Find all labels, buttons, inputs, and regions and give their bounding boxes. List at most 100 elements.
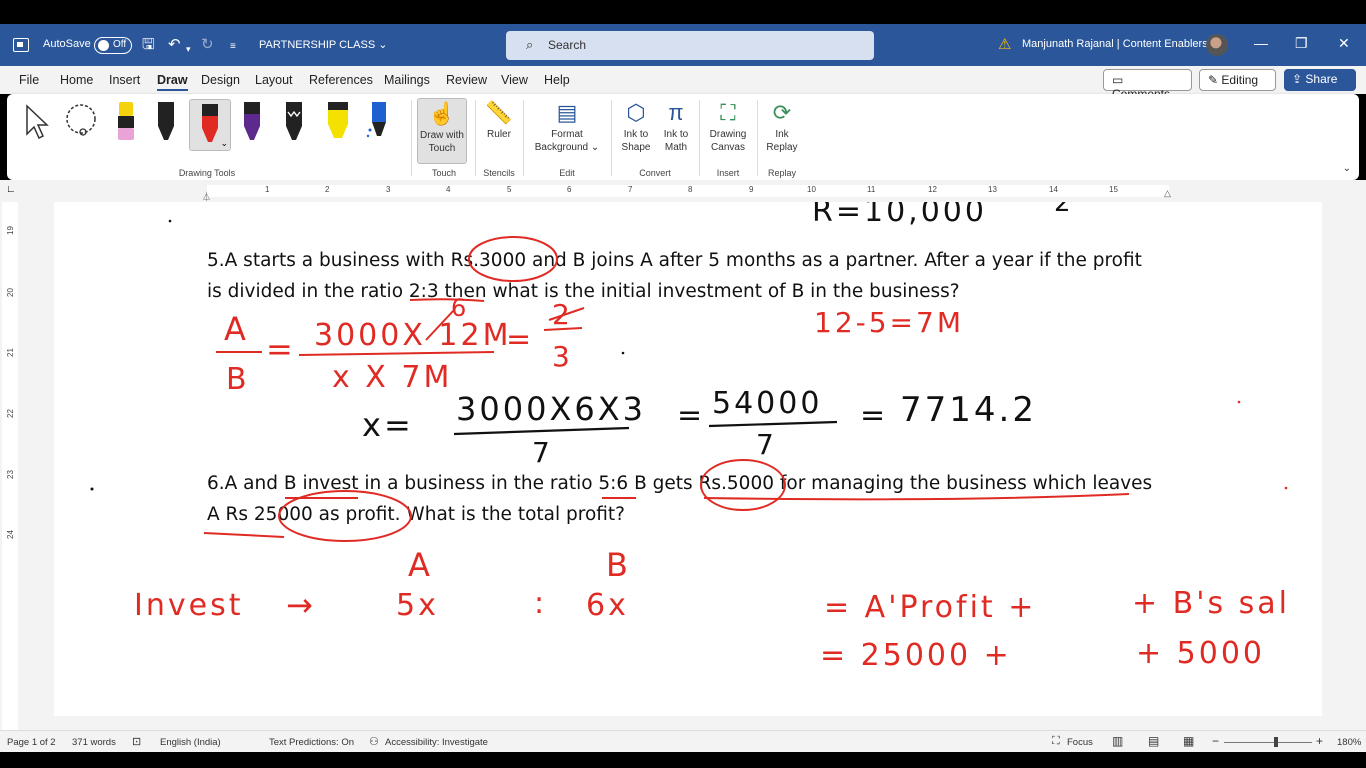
tab-review[interactable]: Review xyxy=(446,73,487,87)
ink-text-b-sal: + B's sal xyxy=(1132,586,1291,621)
draw-with-touch-label-1: Draw with xyxy=(420,130,464,141)
undo-icon[interactable]: ↶ xyxy=(168,35,181,55)
ruler-label: Ruler xyxy=(487,129,511,140)
pen-galaxy-icon[interactable] xyxy=(365,100,391,144)
zoom-level[interactable]: 180% xyxy=(1337,737,1361,748)
tab-help[interactable]: Help xyxy=(544,73,570,87)
editing-label: Editing xyxy=(1221,73,1259,87)
zoom-in-icon[interactable]: + xyxy=(1316,734,1323,748)
accessibility-status[interactable]: Accessibility: Investigate xyxy=(385,737,488,748)
collapse-ribbon-icon[interactable]: ⌄ xyxy=(1343,163,1351,174)
lasso-select-icon[interactable] xyxy=(62,102,100,140)
eraser-pen-icon[interactable] xyxy=(113,100,139,144)
format-background-button[interactable]: ▤ Format Background ⌄ xyxy=(531,98,603,154)
ink-to-math-icon: π xyxy=(668,100,684,125)
drawing-canvas-button[interactable]: ⛶ Drawing Canvas xyxy=(705,98,751,154)
group-insert: ⛶ Drawing Canvas Insert xyxy=(701,94,755,180)
search-box[interactable]: ⌕ Search xyxy=(506,31,874,60)
ink-text-b: B xyxy=(226,362,250,397)
ruler-button[interactable]: 📏 Ruler xyxy=(483,98,515,141)
warning-icon[interactable]: ⚠ xyxy=(998,35,1011,53)
read-mode-icon[interactable]: ▥ xyxy=(1112,734,1123,748)
draw-with-touch-button[interactable]: ☝ Draw with Touch xyxy=(417,98,467,164)
tab-draw[interactable]: Draw xyxy=(157,73,188,91)
document-title[interactable]: PARTNERSHIP CLASS ⌄ xyxy=(259,38,387,51)
accessibility-icon: ⚇ xyxy=(369,736,379,748)
tab-layout[interactable]: Layout xyxy=(255,73,293,87)
ink-underline-ars xyxy=(203,532,285,538)
right-indent-marker-icon[interactable]: △ xyxy=(1164,188,1171,199)
ruler-number: 4 xyxy=(446,185,451,194)
ink-dot xyxy=(1284,486,1288,490)
pen-pattern-icon[interactable] xyxy=(281,100,307,144)
pen-black-icon[interactable] xyxy=(153,100,179,144)
ruler-number: 7 xyxy=(628,185,633,194)
focus-button[interactable]: Focus xyxy=(1067,737,1093,748)
comments-button[interactable]: ▭ Comments xyxy=(1103,69,1192,101)
ink-text-equals: = xyxy=(266,330,296,368)
vruler-number: 19 xyxy=(5,226,15,235)
zoom-slider[interactable] xyxy=(1224,742,1312,743)
ribbon-separator xyxy=(523,100,524,176)
pen-purple-icon[interactable] xyxy=(239,100,265,144)
ruler-number: 1 xyxy=(265,185,270,194)
text-predictions-status[interactable]: Text Predictions: On xyxy=(269,737,354,748)
redo-icon[interactable]: ↻ xyxy=(201,35,214,55)
print-layout-icon[interactable]: ▤ xyxy=(1148,734,1159,748)
tab-selector-icon[interactable]: ∟ xyxy=(6,184,16,195)
web-layout-icon[interactable]: ▦ xyxy=(1183,734,1194,748)
tab-design[interactable]: Design xyxy=(201,73,240,87)
avatar[interactable] xyxy=(1206,34,1228,56)
ink-to-math-button[interactable]: π Ink to Math xyxy=(659,98,693,154)
page-count[interactable]: Page 1 of 2 xyxy=(7,737,56,748)
restore-icon[interactable]: ❐ xyxy=(1295,35,1308,52)
ink-text-den-7b: 7 xyxy=(756,428,777,461)
vertical-ruler[interactable]: 19 20 21 22 23 24 xyxy=(2,202,18,730)
share-button[interactable]: ⇪ Share ⌄ xyxy=(1284,69,1356,100)
editing-mode-button[interactable]: ✎ Editing ⌄ xyxy=(1199,69,1276,101)
save-icon[interactable]: 🖫 xyxy=(142,35,155,55)
language-indicator[interactable]: English (India) xyxy=(160,737,221,748)
zoom-out-icon[interactable]: − xyxy=(1212,734,1219,748)
ink-dot xyxy=(621,351,625,355)
focus-icon: ⛶ xyxy=(1052,735,1060,747)
ruler-number: 10 xyxy=(807,185,816,194)
group-label-replay: Replay xyxy=(767,168,796,178)
word-count[interactable]: 371 words xyxy=(72,737,116,748)
tab-insert[interactable]: Insert xyxy=(109,73,140,87)
ribbon-separator xyxy=(699,100,700,176)
document-page[interactable]: 5.A starts a business with Rs.3000 and B… xyxy=(54,202,1322,716)
proofing-icon[interactable]: ⊡ xyxy=(132,735,141,748)
undo-dropdown-icon[interactable]: ▾ xyxy=(186,39,191,59)
group-touch: ☝ Draw with Touch Touch xyxy=(413,94,475,180)
minimize-icon[interactable]: — xyxy=(1254,35,1268,51)
autosave-toggle[interactable]: Off xyxy=(94,37,132,54)
ink-to-shape-label-2: Shape xyxy=(621,142,651,153)
word-app-icon xyxy=(13,38,29,52)
ink-text-ratio-3: 3 xyxy=(552,340,573,373)
ruler-number: 8 xyxy=(688,185,693,194)
highlighter-yellow-icon[interactable] xyxy=(325,100,351,144)
pen-red-selected[interactable]: ⌄ xyxy=(189,99,231,151)
zoom-slider-handle[interactable] xyxy=(1274,737,1278,747)
ruler-number: 3 xyxy=(386,185,391,194)
ribbon: ⌄ Drawing Tools ☝ Draw with Touch Touch … xyxy=(7,94,1359,180)
group-label-edit: Edit xyxy=(559,168,575,178)
ink-text-a-profit: = A'Profit + xyxy=(824,590,1037,625)
close-icon[interactable]: ✕ xyxy=(1338,35,1350,52)
ruler-number: 15 xyxy=(1109,185,1118,194)
select-pointer-icon[interactable] xyxy=(23,104,53,140)
ink-text-invest: Invest xyxy=(134,588,244,623)
user-name[interactable]: Manjunath Rajanal | Content Enablers xyxy=(1022,38,1208,50)
ink-text-col-b: B xyxy=(606,546,631,584)
tab-mailings[interactable]: Mailings xyxy=(384,73,430,87)
tab-file[interactable]: File xyxy=(19,73,39,87)
tab-references[interactable]: References xyxy=(309,73,373,87)
tab-home[interactable]: Home xyxy=(60,73,93,87)
horizontal-ruler[interactable]: 1 2 3 4 5 6 7 8 9 10 11 12 13 14 15 xyxy=(207,185,1169,197)
customize-toolbar-icon[interactable]: ≡ xyxy=(230,37,236,57)
ink-to-math-label-1: Ink to xyxy=(663,129,689,140)
tab-view[interactable]: View xyxy=(501,73,528,87)
ink-to-shape-button[interactable]: ⬡ Ink to Shape xyxy=(619,98,653,154)
ink-replay-button[interactable]: ⟳ Ink Replay xyxy=(765,98,799,154)
